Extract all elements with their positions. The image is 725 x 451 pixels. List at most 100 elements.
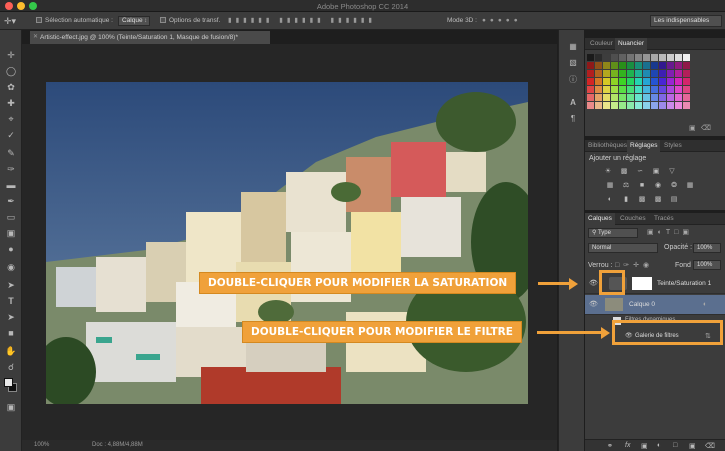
tab-calques[interactable]: Calques	[585, 213, 615, 225]
color-swatch[interactable]	[667, 78, 674, 85]
history-panel-icon[interactable]: ▦	[567, 42, 579, 51]
color-swatch[interactable]	[603, 102, 610, 109]
quick-mask-icon[interactable]: ▣	[3, 402, 19, 413]
color-swatch[interactable]	[627, 78, 634, 85]
crop-tool-icon[interactable]: ⌖	[3, 114, 19, 125]
levels-adjustment-icon[interactable]: ▩	[619, 168, 629, 176]
color-swatch[interactable]	[603, 54, 610, 61]
zoom-level[interactable]: 100%	[34, 440, 49, 451]
invert-adjustment-icon[interactable]: ◐	[605, 196, 615, 204]
color-swatch[interactable]	[683, 94, 690, 101]
color-swatch[interactable]	[611, 94, 618, 101]
color-swatch[interactable]	[611, 54, 618, 61]
info-panel-icon[interactable]: ⓘ	[567, 74, 579, 85]
color-swatch[interactable]	[643, 86, 650, 93]
curves-adjustment-icon[interactable]: ∽	[635, 168, 645, 176]
color-swatch[interactable]	[667, 102, 674, 109]
color-swatch[interactable]	[675, 54, 682, 61]
marquee-tool-icon[interactable]: ◯	[3, 66, 19, 77]
layer-filter-dropdown[interactable]: ⚲ Type	[588, 228, 638, 238]
tab-couleur[interactable]: Couleur	[587, 38, 616, 50]
delete-layer-icon[interactable]: ⌫	[705, 442, 715, 450]
color-swatch[interactable]	[587, 78, 594, 85]
color-swatch[interactable]	[595, 86, 602, 93]
color-swatch[interactable]	[627, 86, 634, 93]
move-tool-icon[interactable]: ✛	[3, 50, 19, 61]
color-swatch[interactable]	[683, 54, 690, 61]
dodge-tool-icon[interactable]: ◉	[3, 262, 19, 273]
lasso-tool-icon[interactable]: ✿	[3, 82, 19, 93]
zoom-tool-icon[interactable]: ☌	[3, 362, 19, 373]
healing-tool-icon[interactable]: ✎	[3, 148, 19, 159]
stamp-tool-icon[interactable]: ▬	[3, 180, 19, 191]
color-swatch[interactable]	[643, 94, 650, 101]
color-swatch[interactable]	[603, 86, 610, 93]
new-swatch-icon[interactable]: ▣	[689, 124, 696, 132]
photo-filter-adjustment-icon[interactable]: ◉	[653, 182, 663, 190]
quick-select-tool-icon[interactable]: ✚	[3, 98, 19, 109]
blend-mode-dropdown[interactable]: Normal	[588, 243, 658, 253]
history-brush-tool-icon[interactable]: ✒	[3, 196, 19, 207]
workspace-dropdown[interactable]: Les indispensables	[650, 15, 722, 27]
auto-select-checkbox[interactable]: Sélection automatique :	[36, 16, 113, 26]
layer-row-calque-0[interactable]: 👁 Calque 0 ◐	[585, 295, 725, 315]
color-swatch[interactable]	[619, 54, 626, 61]
color-swatch[interactable]	[643, 70, 650, 77]
color-swatch[interactable]	[619, 102, 626, 109]
brightness-adjustment-icon[interactable]: ☀	[603, 168, 613, 176]
color-swatch[interactable]	[635, 86, 642, 93]
paragraph-panel-icon[interactable]: ¶	[567, 114, 579, 123]
3d-mode-icons[interactable]: ●●●●●	[482, 16, 522, 26]
color-swatch[interactable]	[651, 94, 658, 101]
layer-style-icon[interactable]: fx	[625, 442, 630, 449]
fill-input[interactable]: 100%	[693, 260, 721, 270]
tab-styles[interactable]: Styles	[661, 140, 685, 152]
new-layer-icon[interactable]: ▣	[689, 442, 696, 450]
color-swatch[interactable]	[619, 70, 626, 77]
brush-tool-icon[interactable]: ✑	[3, 164, 19, 175]
color-swatch[interactable]	[683, 86, 690, 93]
color-swatch[interactable]	[667, 70, 674, 77]
selective-color-adjustment-icon[interactable]: ▩	[653, 196, 663, 204]
color-swatch[interactable]	[675, 70, 682, 77]
color-swatch[interactable]	[643, 102, 650, 109]
blur-tool-icon[interactable]: ●	[3, 244, 19, 255]
layer-filter-icons[interactable]: ▣◐T□▣	[647, 228, 693, 236]
color-swatch[interactable]	[595, 102, 602, 109]
eyedropper-tool-icon[interactable]: ✓	[3, 130, 19, 141]
color-swatch[interactable]	[603, 70, 610, 77]
color-swatch[interactable]	[619, 78, 626, 85]
opacity-input[interactable]: 100%	[693, 243, 721, 253]
color-swatch[interactable]	[627, 102, 634, 109]
swatch-grid[interactable]	[587, 54, 691, 114]
layer-name[interactable]: Teinte/Saturation 1	[657, 280, 711, 287]
color-swatch[interactable]	[587, 94, 594, 101]
tab-couches[interactable]: Couches	[617, 213, 649, 225]
align-icons[interactable]: ▮▮▮▮▮▮ ▮▮▮▮▮▮ ▮▮▮▮▮▮	[228, 16, 376, 26]
color-swatch[interactable]	[651, 70, 658, 77]
smart-object-thumbnail[interactable]	[605, 298, 623, 311]
visibility-eye-icon[interactable]: 👁	[589, 300, 598, 308]
transform-controls-checkbox[interactable]: Options de transf.	[160, 16, 220, 26]
color-swatch[interactable]	[611, 70, 618, 77]
color-swatch[interactable]	[595, 78, 602, 85]
color-swatch[interactable]	[643, 78, 650, 85]
color-swatch[interactable]	[667, 54, 674, 61]
new-adjustment-icon[interactable]: ◐	[657, 442, 661, 449]
type-tool-icon[interactable]: T	[3, 296, 19, 307]
auto-select-dropdown[interactable]: Calque	[118, 16, 150, 26]
color-swatch[interactable]	[675, 62, 682, 69]
color-lookup-adjustment-icon[interactable]: ▦	[685, 182, 695, 190]
doc-info[interactable]: Doc : 4,88M/4,88M	[92, 440, 143, 451]
color-swatch[interactable]	[659, 94, 666, 101]
color-swatch[interactable]	[603, 78, 610, 85]
hand-tool-icon[interactable]: ✋	[3, 346, 19, 357]
color-swatch[interactable]	[611, 102, 618, 109]
layer-name[interactable]: Calque 0	[629, 301, 655, 308]
tab-reglages[interactable]: Réglages	[627, 140, 661, 152]
color-swatch[interactable]	[659, 102, 666, 109]
properties-panel-icon[interactable]: ▧	[567, 58, 579, 67]
gradient-tool-icon[interactable]: ▣	[3, 228, 19, 239]
color-swatch[interactable]	[643, 62, 650, 69]
eraser-tool-icon[interactable]: ▭	[3, 212, 19, 223]
